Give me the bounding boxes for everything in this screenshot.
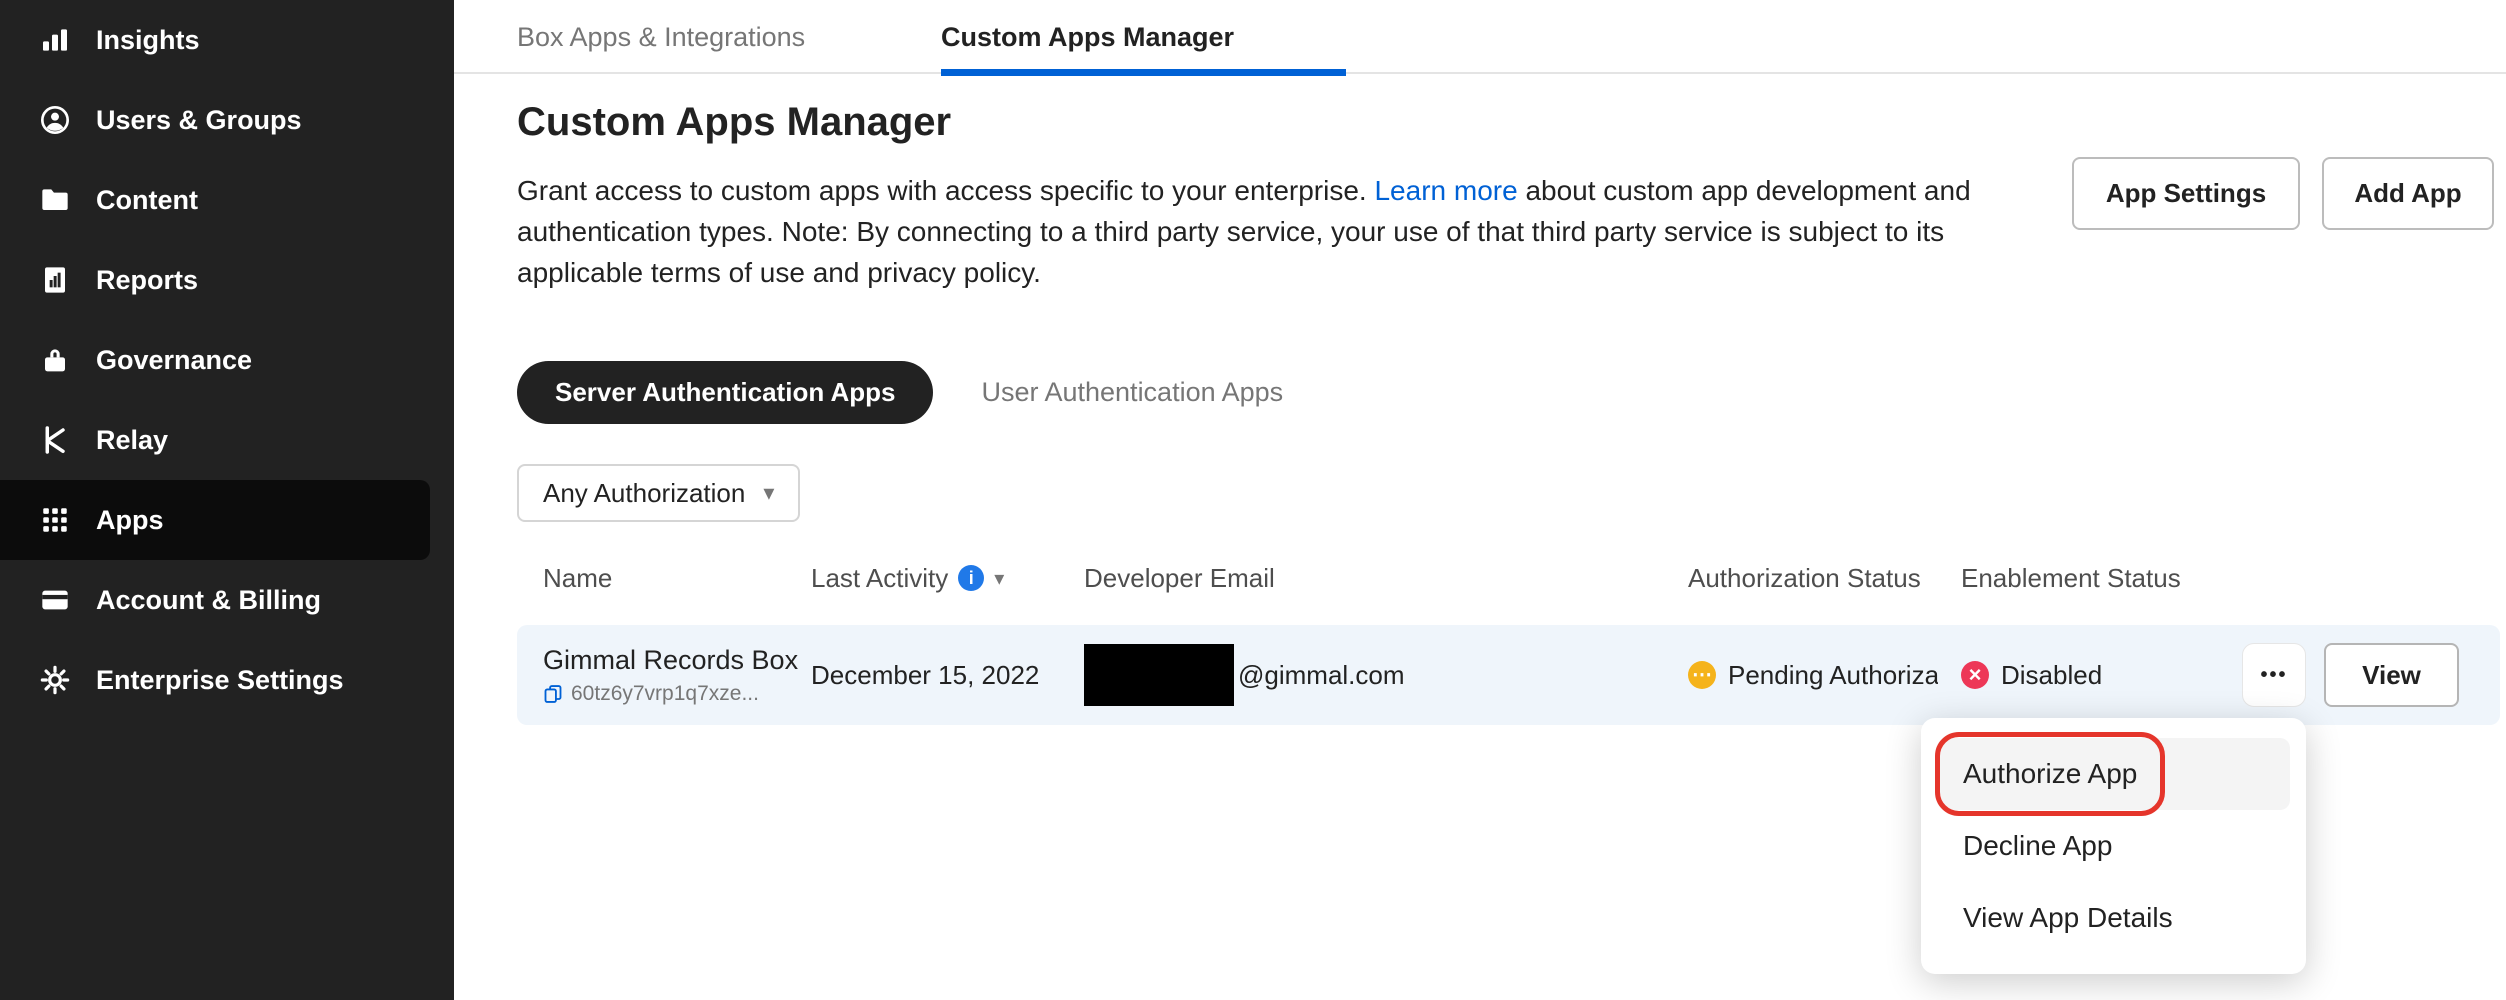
sidebar-item-label: Governance [96,345,252,376]
more-options-button[interactable]: ••• [2242,643,2306,707]
add-app-button[interactable]: Add App [2322,157,2494,230]
table-header-row: Name Last Activity i ▾ Developer Email A… [454,555,2506,601]
info-icon[interactable]: i [958,565,984,591]
sidebar-item-label: Insights [96,25,200,56]
column-header-name[interactable]: Name [543,555,612,601]
app-settings-button[interactable]: App Settings [2072,157,2300,230]
sidebar-item-account-billing[interactable]: Account & Billing [0,560,454,640]
sidebar-item-users-groups[interactable]: Users & Groups [0,80,454,160]
credit-card-icon [38,583,72,617]
view-button[interactable]: View [2324,643,2459,707]
folder-icon [38,183,72,217]
developer-email-cell: @gimmal.com [1084,625,1405,725]
last-activity-cell: December 15, 2022 [811,625,1039,725]
sidebar-item-label: Apps [96,505,164,536]
sidebar: Insights Users & Groups Content Reports [0,0,454,1000]
apps-grid-icon [38,503,72,537]
app-client-id: 60tz6y7vrp1q7xze... [543,682,759,706]
authorization-filter-dropdown[interactable]: Any Authorization ▾ [517,464,800,522]
disabled-status-icon: × [1961,661,1989,689]
redacted-email-block [1084,644,1234,706]
row-actions-context-menu: Authorize App Decline App View App Detai… [1921,718,2306,974]
auth-type-toggle: Server Authentication Apps User Authenti… [517,361,1283,424]
sidebar-item-label: Account & Billing [96,585,321,616]
menu-item-view-app-details[interactable]: View App Details [1937,882,2290,954]
copy-document-icon [543,684,563,704]
enablement-status-cell: × Disabled [1961,625,2102,725]
app-name: Gimmal Records Box [543,645,798,676]
email-domain: @gimmal.com [1238,660,1405,691]
sidebar-item-reports[interactable]: Reports [0,240,454,320]
sidebar-item-enterprise-settings[interactable]: Enterprise Settings [0,640,454,720]
top-tab-bar: Box Apps & Integrations Custom Apps Mana… [454,0,2506,74]
column-header-last-activity[interactable]: Last Activity i ▾ [811,555,1004,601]
table-row[interactable]: Gimmal Records Box 60tz6y7vrp1q7xze... D… [517,625,2500,725]
sidebar-item-label: Content [96,185,198,216]
sidebar-item-label: Enterprise Settings [96,665,344,696]
page-title: Custom Apps Manager [517,100,951,145]
sort-caret-icon[interactable]: ▾ [994,566,1004,591]
learn-more-link[interactable]: Learn more [1374,175,1517,206]
bar-chart-icon [38,23,72,57]
report-icon [38,263,72,297]
sidebar-item-label: Relay [96,425,168,456]
authorization-status-text: Pending Authorization [1728,660,1938,691]
sidebar-item-apps[interactable]: Apps [0,480,430,560]
sidebar-item-label: Users & Groups [96,105,302,136]
gear-icon [38,663,72,697]
tab-box-apps-integrations[interactable]: Box Apps & Integrations [517,0,805,74]
authorization-status-cell: ⋯ Pending Authorization [1688,625,1938,725]
chevron-down-icon: ▾ [763,482,774,504]
box-admin-console: Insights Users & Groups Content Reports [0,0,2506,1000]
enablement-status-text: Disabled [2001,660,2102,691]
lock-icon [38,343,72,377]
sidebar-item-insights[interactable]: Insights [0,0,454,80]
user-auth-apps-tab[interactable]: User Authentication Apps [981,377,1283,408]
relay-icon [38,423,72,457]
description-text-before: Grant access to custom apps with access … [517,175,1374,206]
sidebar-item-content[interactable]: Content [0,160,454,240]
filter-selected-value: Any Authorization [543,478,745,509]
main-content: Box Apps & Integrations Custom Apps Mana… [454,0,2506,1000]
menu-item-decline-app[interactable]: Decline App [1937,810,2290,882]
pending-status-icon: ⋯ [1688,661,1716,689]
column-header-enablement-status[interactable]: Enablement Status [1961,555,2181,601]
column-header-developer-email[interactable]: Developer Email [1084,555,1275,601]
sidebar-item-relay[interactable]: Relay [0,400,454,480]
app-name-cell: Gimmal Records Box 60tz6y7vrp1q7xze... [543,625,798,725]
users-icon [38,103,72,137]
server-auth-apps-tab[interactable]: Server Authentication Apps [517,361,933,424]
menu-item-authorize-app[interactable]: Authorize App [1937,738,2290,810]
page-description: Grant access to custom apps with access … [517,170,2027,293]
tab-custom-apps-manager[interactable]: Custom Apps Manager [941,0,1234,74]
sidebar-item-governance[interactable]: Governance [0,320,454,400]
column-header-authorization-status[interactable]: Authorization Status [1688,555,1921,601]
sidebar-item-label: Reports [96,265,198,296]
